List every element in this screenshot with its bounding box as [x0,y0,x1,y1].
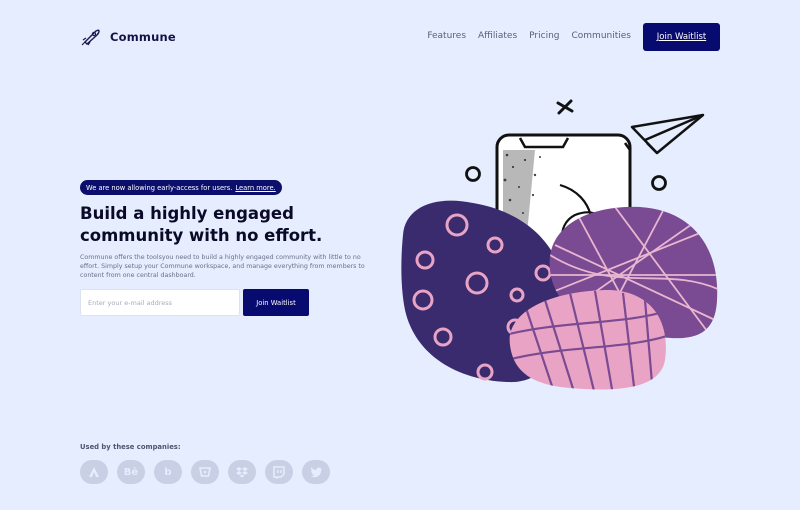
paper-plane-doodle [630,113,705,155]
hero-illustration [401,99,718,390]
brand-logo[interactable]: Commune [80,26,176,48]
nav-link-communities[interactable]: Communities [572,31,632,41]
nav-link-features[interactable]: Features [427,31,466,41]
dropbox-icon [228,460,256,484]
circle-doodle [651,175,667,191]
rocket-icon [80,26,102,48]
nav-links: Features Affiliates Pricing Communities [427,31,631,41]
hero-headline: Build a highly engaged community with no… [80,204,323,245]
badge-text: We are now allowing early-access for use… [86,183,233,192]
twitch-icon [265,460,293,484]
nav-link-pricing[interactable]: Pricing [529,31,559,41]
airbnb-icon [80,460,108,484]
nav-link-affiliates[interactable]: Affiliates [478,31,517,41]
circle-doodle [465,166,481,182]
bitbucket-icon [191,460,219,484]
bing-icon: b [154,460,182,484]
hero-subtext: Commune offers the toolsyou need to buil… [80,254,365,279]
behance-icon: Bē [117,460,145,484]
companies-label: Used by these companies: [80,443,181,451]
early-access-badge: We are now allowing early-access for use… [80,180,282,195]
email-input[interactable] [80,289,240,316]
plus-doodle [556,99,574,115]
join-waitlist-button[interactable]: Join Waitlist [243,289,309,316]
learn-more-link[interactable]: Learn more. [235,184,275,192]
top-nav: Commune Features Affiliates Pricing Comm… [0,0,800,75]
company-logos: Bē b [80,460,330,484]
brand-name: Commune [110,30,176,44]
nav-join-waitlist-button[interactable]: Join Waitlist [643,23,720,51]
twitter-icon [302,460,330,484]
